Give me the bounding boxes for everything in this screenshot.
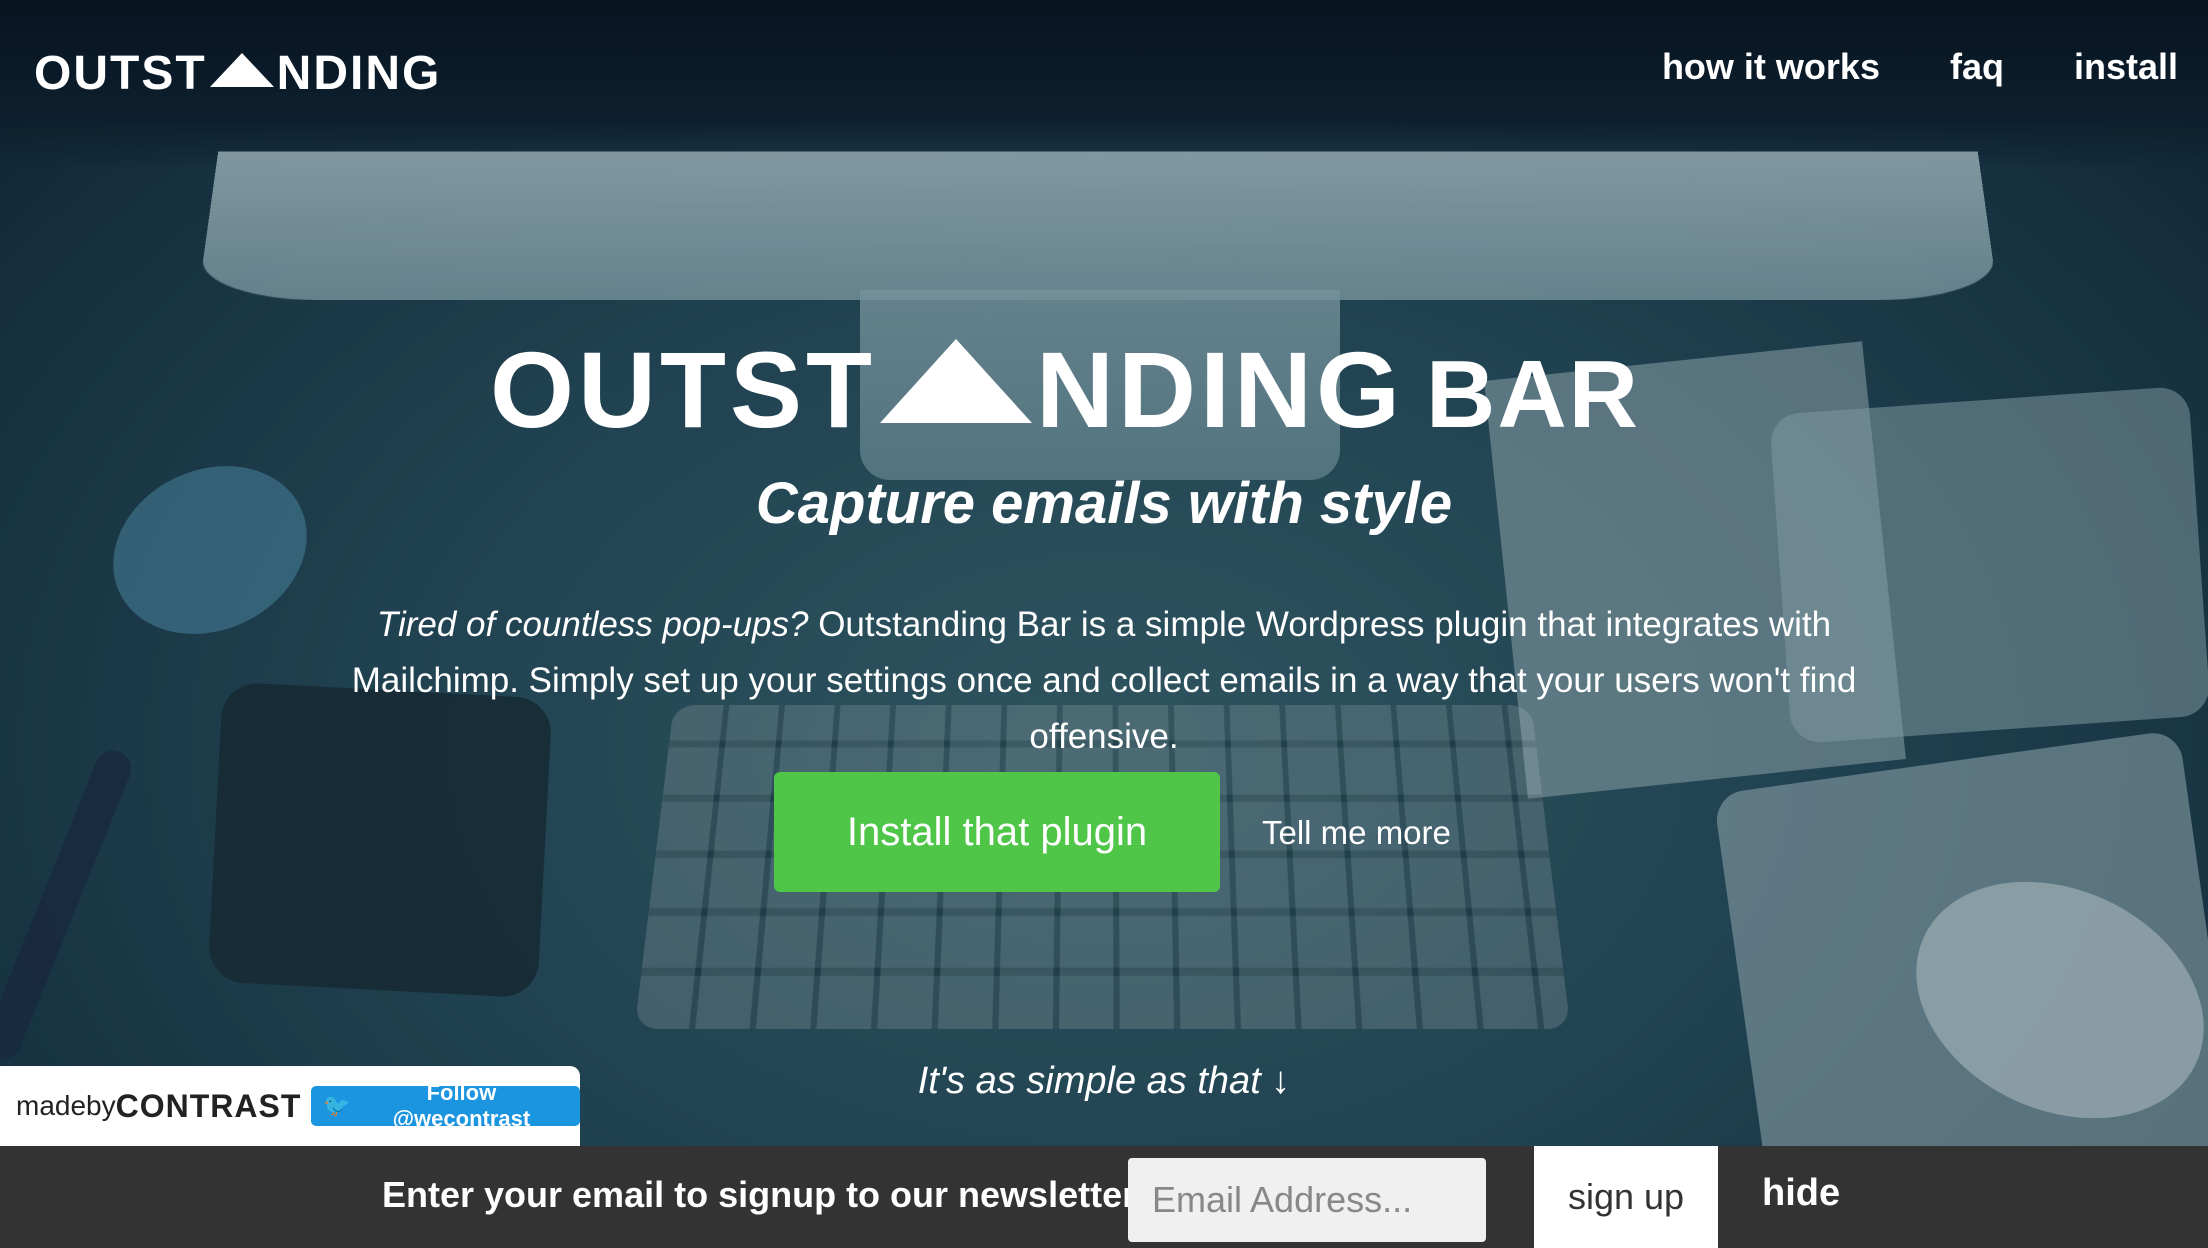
sign-up-button[interactable]: sign up bbox=[1534, 1146, 1718, 1248]
newsletter-label: Enter your email to signup to our newsle… bbox=[382, 1174, 1137, 1215]
site-logo[interactable]: OUTST NDING bbox=[34, 46, 441, 101]
logo-a-chevron-icon bbox=[209, 53, 274, 87]
hero-description: Tired of countless pop-ups? Outstanding … bbox=[330, 597, 1878, 765]
nav-faq[interactable]: faq bbox=[1950, 46, 2004, 88]
logo-text-left: OUTST bbox=[34, 47, 207, 100]
twitter-bird-icon: 🐦 bbox=[323, 1093, 351, 1118]
tell-me-more-link[interactable]: Tell me more bbox=[1262, 814, 1451, 852]
logo-text-right: NDING bbox=[276, 47, 442, 100]
email-address-input[interactable] bbox=[1128, 1158, 1486, 1242]
hero-title-right: NDING bbox=[1035, 329, 1404, 450]
hero-description-lead: Tired of countless pop-ups? bbox=[376, 605, 809, 644]
hero-title-bar: BAR bbox=[1425, 341, 1640, 448]
hero-a-chevron-icon bbox=[879, 339, 1032, 423]
hero-logo-title: OUTST NDING BAR bbox=[490, 330, 1640, 455]
badge-contrast-logo: CONTRAST bbox=[115, 1087, 302, 1124]
hero-title-left: OUTST bbox=[490, 329, 876, 450]
twitter-follow-button[interactable]: 🐦 Follow @wecontrast bbox=[311, 1080, 580, 1131]
twitter-follow-label: Follow @wecontrast bbox=[392, 1080, 531, 1131]
nav-install[interactable]: install bbox=[2074, 46, 2178, 88]
badge-madeby-text: madeby bbox=[16, 1090, 116, 1121]
hide-bar-button[interactable]: hide bbox=[1762, 1172, 1840, 1215]
nav-how-it-works[interactable]: how it works bbox=[1662, 46, 1880, 88]
made-by-contrast-badge[interactable]: madeby CONTRAST 🐦 Follow @wecontrast bbox=[0, 1066, 580, 1146]
newsletter-bar: Enter your email to signup to our newsle… bbox=[0, 1146, 2208, 1248]
hero-tagline: Capture emails with style bbox=[755, 471, 1453, 536]
main-nav: how it works faq install bbox=[1662, 46, 2178, 88]
install-plugin-button[interactable]: Install that plugin bbox=[774, 772, 1220, 892]
